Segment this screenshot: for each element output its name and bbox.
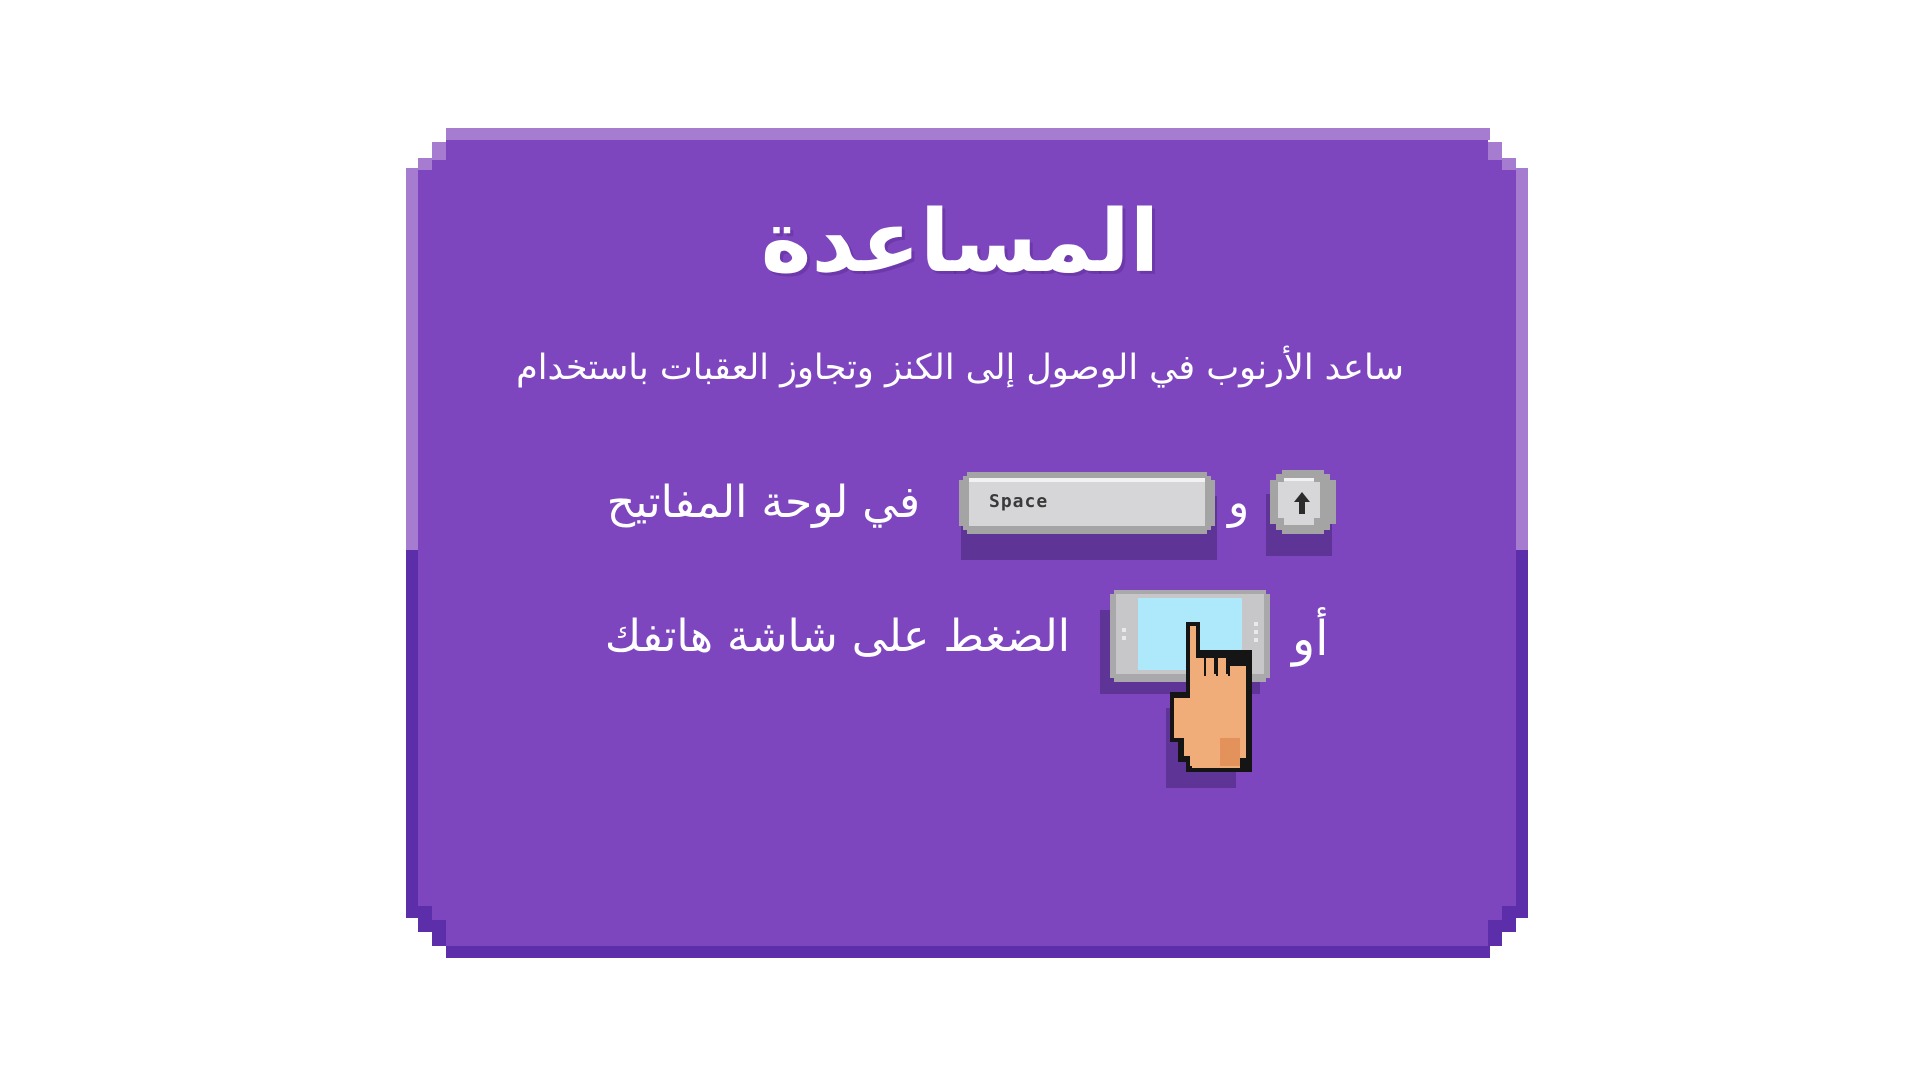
up-arrow-key-icon	[1266, 470, 1338, 558]
help-title: المساعدة	[760, 192, 1160, 292]
panel-border-right-lower	[1516, 550, 1528, 918]
panel-border-right-upper	[1516, 168, 1528, 550]
panel-border-top	[446, 128, 1490, 140]
panel-corner	[1488, 142, 1502, 160]
panel-corner	[432, 920, 446, 946]
panel-corner	[418, 158, 432, 170]
help-description: ساعد الأرنوب في الوصول إلى الكنز وتجاوز …	[516, 348, 1404, 388]
arrow-up-icon	[1294, 492, 1310, 514]
panel-border-bottom	[446, 946, 1490, 958]
panel-corner	[418, 906, 432, 932]
panel-corner	[432, 142, 446, 160]
panel-corner	[1502, 158, 1516, 170]
phone-tap-icon	[1100, 588, 1270, 788]
touch-instruction-text: الضغط على شاشة هاتفك	[604, 611, 1070, 662]
keyboard-instruction-text: في لوحة المفاتيح	[606, 477, 920, 528]
space-key-icon: Space	[955, 472, 1221, 560]
panel-corner	[1488, 920, 1502, 946]
panel-corner	[1502, 906, 1516, 932]
panel-border-left-upper	[406, 168, 418, 550]
space-key-label: Space	[989, 491, 1049, 512]
panel-border-left-lower	[406, 550, 418, 918]
or-word: أو	[1292, 611, 1329, 667]
and-word: و	[1228, 477, 1250, 528]
